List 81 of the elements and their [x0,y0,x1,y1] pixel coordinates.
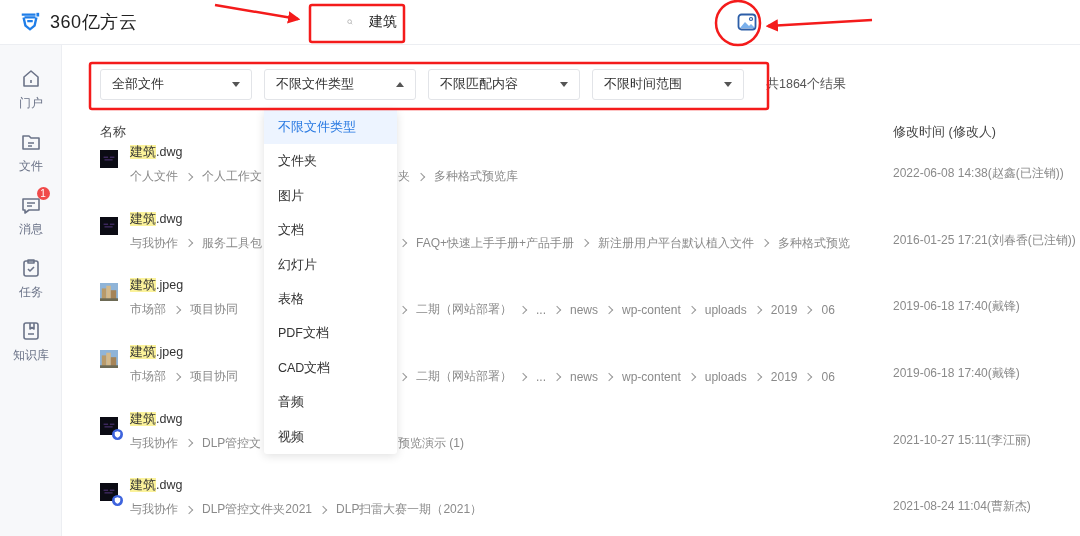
breadcrumb-link[interactable]: 项目协同 [190,301,238,319]
file-name[interactable]: 建筑.dwg [130,477,183,495]
sidebar-item[interactable]: 1 消息 [8,187,53,238]
column-header: 名称 [100,125,126,139]
sidebar-item[interactable]: 文件 [8,124,53,175]
sidebar-item[interactable]: 知识库 [2,313,59,364]
breadcrumb-link[interactable]: 二期（网站部署） [416,368,512,386]
dropdown-option[interactable]: 表格 [264,281,397,317]
modified-time: 2021-10-27 15:11(李江丽) [893,431,1031,449]
filter-select[interactable]: 不限时间范围 [592,69,744,100]
dropdown-option[interactable]: 视频 [264,419,397,454]
image-search-icon[interactable] [737,12,757,32]
modified-time: 2019-06-18 17:40(戴锋) [893,364,1020,382]
cad-thumbnail-icon [100,216,118,235]
notification-badge: 1 [36,187,50,200]
breadcrumb-link[interactable]: 06 [821,369,835,384]
cad-thumbnail-icon [100,416,118,435]
breadcrumb-link[interactable]: 06 [821,302,835,317]
breadcrumb-link[interactable]: FAQ+快速上手手册+产品手册 [416,234,575,252]
breadcrumb-link[interactable]: 与我协作 [130,234,178,252]
breadcrumb-link[interactable]: 预览演示 (1) [398,434,464,452]
breadcrumb-link[interactable]: 与我协作 [130,501,178,519]
modified-time: 2019-06-18 17:40(戴锋) [893,298,1020,316]
chat-icon [20,195,41,215]
dropdown-option[interactable]: 图片 [264,178,397,214]
home-icon [20,69,41,89]
search-input[interactable]: 建筑 [369,14,419,30]
breadcrumb-link[interactable]: 市场部 [130,301,166,319]
dropdown-option[interactable]: 文档 [264,213,397,248]
breadcrumb-link[interactable]: 二期（网站部署） [416,301,512,319]
search-field[interactable]: 建筑 [329,6,419,38]
filter-select[interactable]: 不限文件类型 [264,69,416,100]
dropdown-option[interactable]: 音频 [264,385,397,420]
breadcrumb-link[interactable]: DLP管控文 [202,434,262,452]
file-name[interactable]: 建筑.dwg [130,144,183,161]
breadcrumb-link[interactable]: 多种格式预览 [778,234,851,252]
breadcrumb-link[interactable]: news [570,302,599,317]
dropdown-option[interactable]: 文件夹 [264,144,397,179]
breadcrumb-link[interactable]: 服务工具包 [202,234,262,252]
breadcrumb-link[interactable]: 2019 [770,369,798,384]
filter-select[interactable]: 不限匹配内容 [428,69,580,100]
breadcrumb-link[interactable]: wp-content [622,369,681,384]
clipboard-check-icon [20,258,41,278]
breadcrumb-link[interactable]: uploads [704,302,747,317]
breadcrumb-link[interactable]: 项目协同 [190,368,238,386]
modified-time: 2022-06-08 14:38(赵鑫(已注销)) [893,164,1064,182]
logo-text: 360亿方云 [50,11,138,34]
file-name[interactable]: 建筑.jpeg [130,277,184,295]
column-header: 修改时间 (修改人) [893,124,996,140]
dropdown-option[interactable]: PDF文档 [264,316,397,351]
breadcrumb-link[interactable]: 与我协作 [130,434,178,452]
filter-select[interactable]: 全部文件 [100,69,252,100]
breadcrumb-link[interactable]: ... [536,369,546,384]
cad-thumbnail-icon [100,150,118,168]
breadcrumb-link[interactable]: 个人工作文 [202,168,262,185]
book-icon [20,321,41,341]
sidebar-item[interactable]: 任务 [8,250,53,301]
file-name[interactable]: 建筑.dwg [130,410,183,428]
file-name[interactable]: 建筑.dwg [130,210,183,228]
modified-time: 2021-08-24 11:04(曹新杰) [893,498,1031,516]
breadcrumb-link[interactable]: wp-content [622,302,681,317]
dropdown-option[interactable]: CAD文档 [264,350,397,386]
dropdown-option[interactable]: 不限文件类型 [264,110,397,145]
cad-thumbnail-icon [100,483,118,502]
sidebar-item[interactable]: 门户 [8,61,53,112]
breadcrumb-link[interactable]: 个人文件 [130,168,178,185]
breadcrumb-link[interactable]: 夹 [398,168,410,185]
modified-time: 2016-01-25 17:21(刘春香(已注销)) [893,231,1076,249]
breadcrumb-link[interactable]: 多种格式预览库 [434,168,518,185]
breadcrumb-link[interactable]: 市场部 [130,368,166,386]
breadcrumb-link[interactable]: news [570,369,599,384]
breadcrumb-link[interactable]: ... [536,302,546,317]
folder-icon [20,132,41,152]
breadcrumb-link[interactable]: 2019 [770,302,798,317]
logo-icon [19,11,41,33]
dropdown-option[interactable]: 幻灯片 [264,247,397,282]
breadcrumb-link[interactable]: 新注册用户平台默认植入文件 [598,234,755,252]
breadcrumb-link[interactable]: DLP管控文件夹2021 [202,501,313,519]
breadcrumb-link[interactable]: DLP扫雷大赛一期（2021） [336,501,483,519]
file-name[interactable]: 建筑.jpeg [130,344,184,362]
breadcrumb-link[interactable]: uploads [704,369,747,384]
